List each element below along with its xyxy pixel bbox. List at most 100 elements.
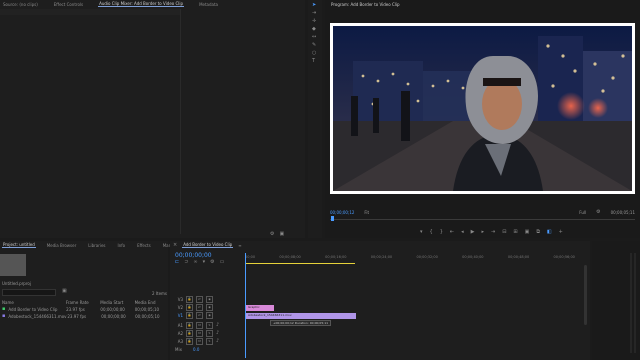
go-to-in-icon[interactable]: ⇤ xyxy=(450,230,454,235)
program-quality-select[interactable]: Full xyxy=(579,210,586,215)
program-timecode-duration: 00;00;05;11 xyxy=(610,210,635,215)
lock-icon[interactable]: 🔒 xyxy=(186,296,193,303)
track-label[interactable]: A1 xyxy=(175,323,183,328)
eye-icon[interactable]: ◉ xyxy=(206,304,213,311)
track-label[interactable]: V3 xyxy=(175,297,183,302)
lock-icon[interactable]: 🔒 xyxy=(186,304,193,311)
tab-audio-clip-mixer[interactable]: Audio Clip Mixer: Add Border to Video Cl… xyxy=(98,1,185,7)
microphone-icon[interactable]: ♪ xyxy=(216,331,219,336)
vr-video-icon[interactable]: ◧ xyxy=(547,230,552,235)
column-media-start[interactable]: Media Start xyxy=(100,300,131,305)
microphone-icon[interactable]: ♪ xyxy=(216,339,219,344)
program-timecode-current[interactable]: 00;00;00;12 xyxy=(330,210,354,215)
step-forward-icon[interactable]: ▸ xyxy=(481,230,484,235)
panel-divider xyxy=(180,9,181,234)
solo-icon[interactable]: S xyxy=(206,330,213,337)
razor-tool-icon[interactable]: ◆ xyxy=(312,27,316,32)
step-back-icon[interactable]: ◂ xyxy=(461,230,464,235)
column-media-end[interactable]: Media End xyxy=(135,300,166,305)
mute-icon[interactable]: M xyxy=(196,330,203,337)
snap-icon[interactable]: ⊃ xyxy=(184,260,188,265)
sync-lock-icon[interactable]: ⇄ xyxy=(196,304,203,311)
eye-icon[interactable]: ◉ xyxy=(206,312,213,319)
mark-out-icon[interactable]: } xyxy=(440,230,443,235)
export-frame-icon[interactable]: ▣ xyxy=(279,232,284,237)
add-marker-icon[interactable]: ▾ xyxy=(420,230,423,235)
lift-icon[interactable]: ⊟ xyxy=(502,230,506,235)
mute-icon[interactable]: M xyxy=(196,322,203,329)
export-frame-icon[interactable]: ▣ xyxy=(525,230,530,235)
item-name: Add Border to Video Clip xyxy=(8,307,58,312)
type-tool-icon[interactable]: T xyxy=(312,59,316,64)
tab-effect-controls[interactable]: Effect Controls xyxy=(53,2,84,7)
tab-effects[interactable]: Effects xyxy=(136,243,152,248)
wrench-icon[interactable]: ⚙ xyxy=(270,232,274,237)
ruler-label: 00;00;56;00 xyxy=(553,255,575,259)
graphic-clip[interactable]: Graphic xyxy=(246,305,274,311)
nest-icon[interactable]: ⊏ xyxy=(175,260,179,265)
program-zoom-select[interactable]: Fit xyxy=(364,210,369,215)
close-icon[interactable]: × xyxy=(172,242,178,248)
mark-in-icon[interactable]: { xyxy=(430,230,433,235)
source-bottom-toolbar: ⚙ ▣ xyxy=(270,232,284,237)
selection-tool-icon[interactable]: ➤ xyxy=(312,3,316,8)
go-to-out-icon[interactable]: ⇥ xyxy=(491,230,495,235)
slip-tool-icon[interactable]: ↔ xyxy=(312,35,316,40)
timeline-vertical-scrollbar[interactable] xyxy=(584,265,587,325)
timeline-menu-icon[interactable]: ≡ xyxy=(237,243,242,248)
ruler-label: 00;00;16;00 xyxy=(325,255,347,259)
pen-tool-icon[interactable]: ✎ xyxy=(312,43,316,48)
lock-icon[interactable]: 🔒 xyxy=(186,312,193,319)
track-label[interactable]: V2 xyxy=(175,305,183,310)
comparison-view-icon[interactable]: ⧉ xyxy=(536,230,540,235)
eye-icon[interactable]: ◉ xyxy=(206,296,213,303)
project-item-sequence[interactable]: ▪ Add Border to Video Clip 23.97 fps 00;… xyxy=(2,307,166,313)
track-label[interactable]: A3 xyxy=(175,339,183,344)
add-button-icon[interactable]: + xyxy=(559,230,563,235)
track-select-tool-icon[interactable]: ⇥ xyxy=(312,11,316,16)
track-header-v2: V2 🔒 ⇄ ◉ xyxy=(175,304,213,311)
tab-source[interactable]: Source: (no clips) xyxy=(2,2,39,7)
project-search-input[interactable] xyxy=(2,289,56,296)
project-item-clip[interactable]: ▪ Adobestock_154466311.mov 23.97 fps 00;… xyxy=(2,314,166,320)
playhead-scrub-bar[interactable] xyxy=(330,219,635,220)
lock-icon[interactable]: 🔒 xyxy=(186,338,193,345)
master-volume[interactable]: 0.0 xyxy=(193,347,199,352)
linked-selection-icon[interactable]: ∞ xyxy=(193,260,197,265)
column-frame-rate[interactable]: Frame Rate xyxy=(66,300,97,305)
lock-icon[interactable]: 🔒 xyxy=(186,330,193,337)
new-bin-icon[interactable]: ▣ xyxy=(62,289,67,294)
solo-icon[interactable]: S xyxy=(206,338,213,345)
mute-icon[interactable]: M xyxy=(196,338,203,345)
extract-icon[interactable]: ⊞ xyxy=(513,230,517,235)
sync-lock-icon[interactable]: ⇄ xyxy=(196,312,203,319)
wrench-icon[interactable]: ⚙ xyxy=(596,210,600,215)
lock-icon[interactable]: 🔒 xyxy=(186,322,193,329)
tab-media-browser[interactable]: Media Browser xyxy=(46,243,78,248)
microphone-icon[interactable]: ♪ xyxy=(216,323,219,328)
track-label[interactable]: A2 xyxy=(175,331,183,336)
timeline-sequence-tab[interactable]: Add Border to Video Clip xyxy=(182,242,234,248)
captions-icon[interactable]: ▭ xyxy=(220,260,225,265)
sync-lock-icon[interactable]: ⇄ xyxy=(196,296,203,303)
play-icon[interactable]: ▶ xyxy=(471,230,475,235)
ripple-edit-tool-icon[interactable]: ✛ xyxy=(312,19,316,24)
timeline-timecode[interactable]: 00;00;00;00 xyxy=(175,252,212,259)
tab-metadata[interactable]: Metadata xyxy=(198,2,219,7)
timeline-ruler[interactable]: 00;00 00;00;08;00 00;00;16;00 00;00;24;0… xyxy=(245,255,575,259)
hand-tool-icon[interactable]: ○ xyxy=(312,51,316,56)
work-area-bar[interactable] xyxy=(245,263,355,264)
track-label[interactable]: V1 xyxy=(175,313,183,318)
timeline-settings-icon[interactable]: ⚙ xyxy=(210,260,214,265)
add-marker-icon[interactable]: ▾ xyxy=(203,260,206,265)
audio-meter-right xyxy=(634,253,636,353)
solo-icon[interactable]: S xyxy=(206,322,213,329)
program-playhead[interactable] xyxy=(331,216,334,221)
video-clip[interactable]: Adobestock_154466311.mov xyxy=(246,313,356,319)
tab-libraries[interactable]: Libraries xyxy=(87,243,106,248)
tab-info[interactable]: Info xyxy=(117,243,127,248)
column-name[interactable]: Name xyxy=(2,300,63,305)
panel-subheader xyxy=(0,9,180,15)
tab-project[interactable]: Project: untitled xyxy=(2,242,36,248)
timeline-toolbar: ⊏ ⊃ ∞ ▾ ⚙ ▭ xyxy=(175,260,224,265)
